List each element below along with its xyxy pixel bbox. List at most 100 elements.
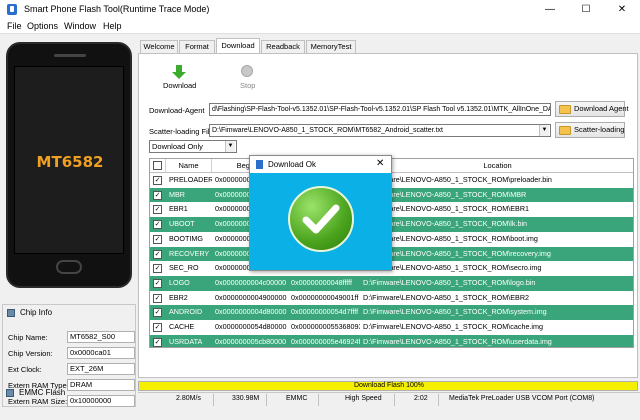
chevron-down-icon[interactable]: ▼	[539, 125, 549, 136]
ext-clock-value: EXT_26M	[67, 363, 135, 375]
ext-clock-label: Ext Clock:	[8, 365, 42, 374]
table-row[interactable]: ✓ MBR 0x0000000 D:\Fimware\LENOVO-A850_1_ST…	[150, 187, 633, 203]
scatter-loading-button[interactable]: Scatter-loading	[555, 122, 625, 138]
row-location: D:\Fimware\LENOVO-A850_1_STOCK_ROM\syste…	[363, 307, 547, 317]
row-checkbox-cell: ✓	[150, 173, 166, 188]
row-name: BOOTIMG	[169, 233, 203, 243]
phone-screen: MT6582	[14, 66, 124, 254]
table-row[interactable]: ✓ CACHE 0x0000000054d80000 0x00000000553680…	[150, 320, 633, 335]
row-name: UBOOT	[169, 219, 195, 229]
emmc-flash-label: EMMC Flash	[19, 388, 66, 397]
tab-memorytest[interactable]: MemoryTest	[306, 40, 356, 53]
title-bar: Smart Phone Flash Tool(Runtime Trace Mod…	[0, 0, 640, 19]
row-begin-address: 0x0000000004900000	[215, 292, 287, 302]
table-row[interactable]: ✓SEC_RO0x0000000004600000D:\Fimware\LENO…	[150, 261, 633, 276]
table-row[interactable]: ✓ BOOTIMG 0x0000000 D:\Fimware\LENOVO-A850_…	[150, 231, 633, 247]
row-name: EBR1	[169, 204, 188, 214]
row-end-address: 0x00000000048fffff	[291, 277, 353, 287]
download-button[interactable]: Download	[159, 60, 199, 92]
scatter-loading-path[interactable]: D:\Fimware\LENOVO-A850_1_STOCK_ROM\MT658…	[209, 124, 551, 137]
menu-window[interactable]: Window	[64, 21, 96, 31]
phone-home-button	[56, 260, 82, 274]
row-checkbox[interactable]: ✓	[153, 278, 162, 288]
download-label: Download	[163, 81, 197, 90]
row-checkbox[interactable]: ✓	[153, 264, 162, 274]
maximize-button[interactable]: ☐	[568, 0, 604, 19]
row-name: CACHE	[169, 322, 195, 331]
progress-text: Download Flash 100%	[353, 382, 425, 389]
row-location: D:\Fimware\LENOVO-A850_1_STOCK_ROM\lk.bi…	[363, 219, 528, 229]
row-name: ANDROID	[169, 307, 203, 317]
stop-label: Stop	[240, 81, 256, 90]
table-row[interactable]: ✓ EBR2 0x0000000004900000 0x00000000049001f…	[150, 290, 633, 306]
phone-speaker	[54, 54, 86, 57]
status-bar: 2.80M/s 330.98M EMMC High Speed 2:02 Med…	[138, 392, 640, 406]
status-port: MediaTek PreLoader USB VCOM Port (COM8)	[449, 395, 595, 402]
select-all-checkbox[interactable]	[153, 161, 162, 170]
row-name: PRELOADER	[169, 175, 212, 184]
stop-button[interactable]: Stop	[231, 60, 263, 92]
table-row[interactable]: ✓ EBR1 0x0000000 D:\Fimware\LENOVO-A850_1_S…	[150, 202, 633, 218]
dialog-close-button[interactable]: ✕	[376, 158, 384, 169]
row-location: D:\Fimware\LENOVO-A850_1_STOCK_ROM\userd…	[363, 336, 552, 346]
status-separator	[394, 394, 395, 406]
row-checkbox[interactable]: ✓	[153, 176, 162, 185]
table-row[interactable]: ✓ ANDROID 0x0000000004d80000 0x00000000054d…	[150, 305, 633, 320]
table-row[interactable]: ✓ RECOVERY 0x0000000 D:\Fimware\LENOVO-A850…	[150, 246, 633, 262]
row-checkbox-cell: ✓	[150, 261, 166, 276]
stop-icon	[241, 65, 253, 77]
download-mode-select[interactable]: Download Only ▼	[149, 140, 237, 153]
row-location: D:\Fimware\LENOVO-A850_1_STOCK_ROM\EBR1	[363, 204, 530, 214]
close-button[interactable]: ✕	[604, 0, 640, 19]
chip-info-header[interactable]: Chip Info	[3, 305, 135, 321]
row-end-address: 0x000000005e46924f	[291, 336, 360, 346]
row-checkbox-cell: ✓	[150, 305, 166, 320]
row-begin-address: 0x0000000004d80000	[215, 307, 287, 317]
row-checkbox[interactable]: ✓	[153, 308, 162, 318]
table-row[interactable]: ✓ UBOOT 0x0000000 D:\Fimware\LENOVO-A850_1_…	[150, 217, 633, 232]
download-progress-bar: Download Flash 100%	[138, 381, 638, 391]
row-checkbox[interactable]: ✓	[153, 323, 162, 332]
row-checkbox-cell: ✓	[150, 276, 166, 291]
menu-options[interactable]: Options	[27, 21, 58, 31]
header-name[interactable]: Name	[166, 159, 212, 173]
emmc-flash-header[interactable]: EMMC Flash	[2, 386, 136, 400]
scatter-loading-label: Scatter-loading File	[149, 127, 214, 136]
folder-icon	[559, 126, 571, 135]
row-checkbox[interactable]: ✓	[153, 337, 162, 347]
scatter-loading-button-label: Scatter-loading	[574, 125, 625, 134]
tab-readback[interactable]: Readback	[261, 40, 305, 53]
menu-help[interactable]: Help	[103, 21, 122, 31]
phone-chip-label: MT6582	[36, 153, 104, 171]
status-separator	[318, 394, 319, 406]
device-panel: MT6582 Chip Info Chip Name: MT6582_S00 C…	[0, 34, 138, 420]
tab-format[interactable]: Format	[179, 40, 215, 53]
header-checkbox-col[interactable]	[150, 159, 166, 173]
download-ok-dialog: Download Ok ✕	[249, 155, 392, 271]
table-row[interactable]: ✓ LOGO 0x0000000004c00000 0x00000000048ffff…	[150, 275, 633, 291]
chip-icon	[7, 309, 15, 317]
chevron-down-icon[interactable]: ▼	[225, 141, 235, 152]
minimize-button[interactable]: —	[532, 0, 568, 19]
row-checkbox[interactable]: ✓	[153, 205, 162, 215]
download-agent-button[interactable]: Download Agent	[555, 101, 629, 117]
row-begin-address: 0x0000000004c00000	[215, 277, 287, 287]
row-checkbox-cell: ✓	[150, 247, 166, 262]
row-checkbox[interactable]: ✓	[153, 293, 162, 303]
header-location[interactable]: Location	[360, 159, 633, 173]
download-agent-path[interactable]: d\Flashing\SP-Flash-Tool-v5.1352.01\SP-F…	[209, 103, 551, 116]
row-location: D:\Fimware\LENOVO-A850_1_STOCK_ROM\MBR	[363, 189, 527, 199]
status-separator	[213, 394, 214, 406]
table-row[interactable]: ✓ PRELOADER 0x0000000 D:\Fimware\LENOVO-A85…	[150, 173, 633, 188]
row-checkbox[interactable]: ✓	[153, 249, 162, 259]
tab-download[interactable]: Download	[216, 38, 260, 53]
tab-welcome[interactable]: Welcome	[140, 40, 178, 53]
row-checkbox[interactable]: ✓	[153, 220, 162, 230]
chip-version-value: 0x0000ca01	[67, 347, 135, 359]
status-speed: 2.80M/s	[176, 395, 201, 402]
download-mode-value: Download Only	[152, 142, 203, 151]
row-checkbox[interactable]: ✓	[153, 234, 162, 244]
menu-file[interactable]: File	[7, 21, 22, 31]
table-row[interactable]: ✓ USRDATA 0x000000005cb80000 0x000000005e46…	[150, 334, 633, 347]
row-checkbox[interactable]: ✓	[153, 190, 162, 200]
